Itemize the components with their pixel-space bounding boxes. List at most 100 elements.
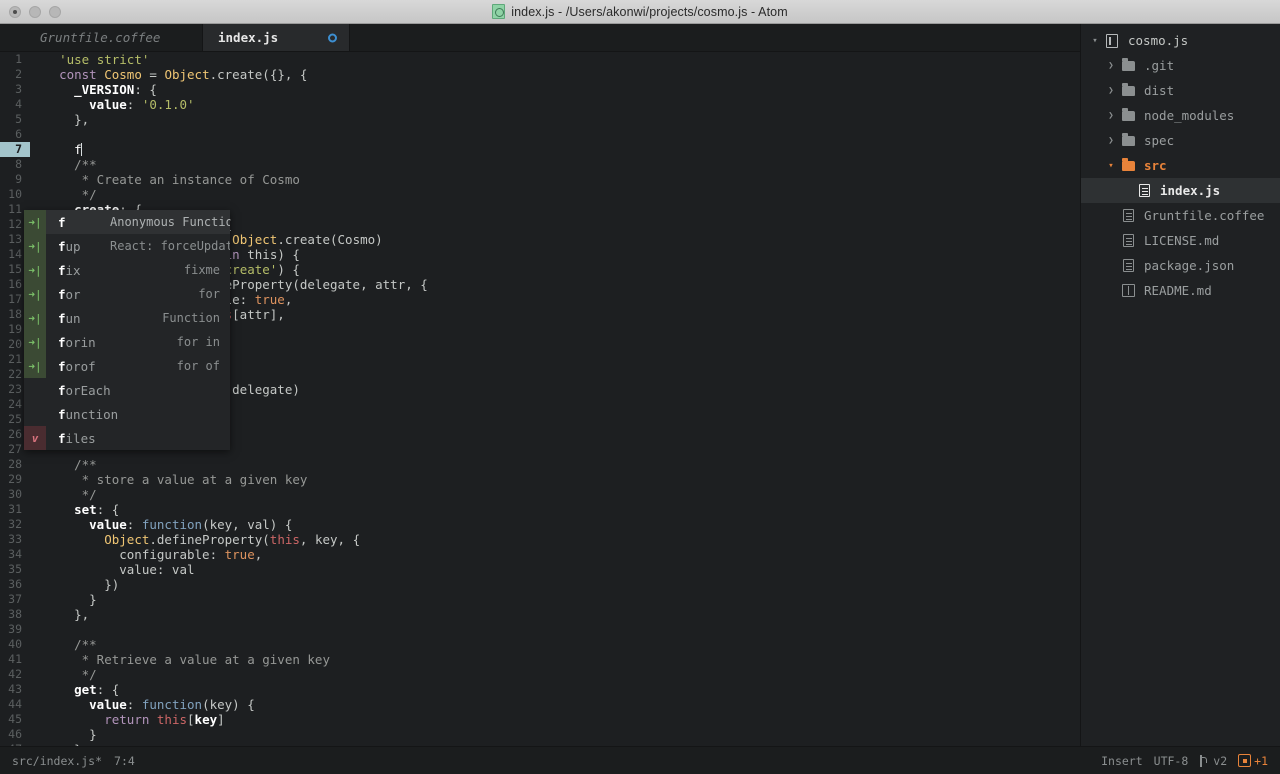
tree-item-cosmo-js[interactable]: ▾ cosmo.js [1081, 28, 1280, 53]
code-text: */ [30, 187, 1080, 202]
code-line[interactable]: 37 } [0, 592, 1080, 607]
tree-item-node-modules[interactable]: ❯ node_modules [1081, 103, 1280, 128]
status-file-path[interactable]: src/index.js* [12, 754, 102, 768]
code-line[interactable]: 44 value: function(key) { [0, 697, 1080, 712]
code-line[interactable]: 1 'use strict' [0, 52, 1080, 67]
code-token: key [194, 712, 218, 727]
file-tree[interactable]: ▾ cosmo.js ❯ .git ❯ dist ❯ node_modules ❯ spec ▾ sr… [1080, 24, 1280, 746]
autocomplete-item-label: fup [46, 239, 110, 254]
chevron-right-icon[interactable]: ❯ [1103, 136, 1119, 146]
autocomplete-item[interactable]: ➜| fix fixme [24, 258, 230, 282]
autocomplete-item[interactable]: ➜|fupReact: forceUpdate… [24, 234, 230, 258]
code-text: 'use strict' [30, 52, 1080, 67]
tab-gruntfile-coffee[interactable]: Gruntfile.coffee [0, 24, 203, 51]
chevron-down-icon[interactable]: ▾ [1103, 161, 1119, 171]
tab-index-js[interactable]: index.js [203, 24, 350, 51]
code-line[interactable]: 2 const Cosmo = Object.create({}, { [0, 67, 1080, 82]
code-line[interactable]: 39 [0, 622, 1080, 637]
code-line[interactable]: 40 /** [0, 637, 1080, 652]
chevron-right-icon[interactable]: ❯ [1103, 61, 1119, 71]
line-number: 33 [8, 532, 22, 546]
tree-item-dist[interactable]: ❯ dist [1081, 78, 1280, 103]
autocomplete-item[interactable]: forEach [24, 378, 230, 402]
autocomplete-item[interactable]: ➜| forin for in [24, 330, 230, 354]
code-token: value [89, 697, 127, 712]
line-number: 42 [8, 667, 22, 681]
code-token: (key, val) { [202, 517, 293, 532]
code-line[interactable]: 10 */ [0, 187, 1080, 202]
code-line[interactable]: 7 f [0, 142, 1080, 157]
code-token: true [254, 292, 285, 307]
code-token: }, [44, 112, 90, 127]
code-line[interactable]: 6 [0, 127, 1080, 142]
code-token: /** [74, 457, 97, 472]
tree-item-package-json[interactable]: package.json [1081, 253, 1280, 278]
book-icon [1119, 284, 1137, 297]
code-token: */ [44, 187, 97, 202]
tree-item--git[interactable]: ❯ .git [1081, 53, 1280, 78]
code-line[interactable]: 29 * store a value at a given key [0, 472, 1080, 487]
code-text: _VERSION: { [30, 82, 1080, 97]
code-line[interactable]: 30 */ [0, 487, 1080, 502]
tree-item-spec[interactable]: ❯ spec [1081, 128, 1280, 153]
code-text: */ [30, 487, 1080, 502]
code-text: value: '0.1.0' [30, 97, 1080, 112]
status-git-branch[interactable]: v2 [1199, 754, 1227, 768]
code-line[interactable]: 8 /** [0, 157, 1080, 172]
autocomplete-item[interactable]: ➜| fun Function [24, 306, 230, 330]
autocomplete-item[interactable]: function [24, 402, 230, 426]
autocomplete-popup[interactable]: ➜| f Anonymous Function ➜| fup React: forceUp… [24, 210, 230, 450]
autocomplete-item-rest: ix [65, 262, 81, 278]
code-line[interactable]: 38 }, [0, 607, 1080, 622]
code-line[interactable]: 32 value: function(key, val) { [0, 517, 1080, 532]
code-line[interactable]: 42 */ [0, 667, 1080, 682]
code-line[interactable]: 46 } [0, 727, 1080, 742]
tree-item-readme-md[interactable]: README.md [1081, 278, 1280, 303]
text-editor[interactable]: 1 'use strict' 2 const Cosmo = Object.cre… [0, 52, 1080, 746]
code-line[interactable]: 5 }, [0, 112, 1080, 127]
tree-item-src[interactable]: ▾ src [1081, 153, 1280, 178]
code-line[interactable]: 31 set: { [0, 502, 1080, 517]
code-line[interactable]: 41 * Retrieve a value at a given key [0, 652, 1080, 667]
tab-modified-indicator-icon[interactable] [328, 33, 337, 42]
chevron-down-icon[interactable]: ▾ [1087, 36, 1103, 46]
text-cursor [80, 143, 82, 156]
code-line[interactable]: 3 _VERSION: { [0, 82, 1080, 97]
code-line[interactable]: 43 get: { [0, 682, 1080, 697]
code-line[interactable]: 33 Object.defineProperty(this, key, { [0, 532, 1080, 547]
status-encoding[interactable]: UTF-8 [1154, 754, 1189, 768]
autocomplete-item[interactable]: ➜| f Anonymous Function [24, 210, 230, 234]
code-text: * store a value at a given key [30, 472, 1080, 487]
code-line[interactable]: 45 return this[key] [0, 712, 1080, 727]
autocomplete-item[interactable]: ➜| forof for of [24, 354, 230, 378]
autocomplete-item-rest: orof [65, 358, 96, 374]
chevron-right-icon[interactable]: ❯ [1103, 86, 1119, 96]
tree-item-gruntfile-coffee[interactable]: Gruntfile.coffee [1081, 203, 1280, 228]
line-number: 34 [8, 547, 22, 561]
code-line[interactable]: 28 /** [0, 457, 1080, 472]
code-line[interactable]: 4 value: '0.1.0' [0, 97, 1080, 112]
line-number: 7 [0, 142, 30, 157]
autocomplete-item-label: forEach [46, 383, 220, 398]
line-number: 31 [8, 502, 22, 516]
autocomplete-item[interactable]: ➜| for for [24, 282, 230, 306]
status-cursor-position[interactable]: 7:4 [114, 754, 135, 768]
autocomplete-item[interactable]: v files [24, 426, 230, 450]
code-text: return this[key] [30, 712, 1080, 727]
tree-item-license-md[interactable]: LICENSE.md [1081, 228, 1280, 253]
line-number: 29 [8, 472, 22, 486]
code-line[interactable]: 9 * Create an instance of Cosmo [0, 172, 1080, 187]
chevron-right-icon[interactable]: ❯ [1103, 111, 1119, 121]
line-number: 46 [8, 727, 22, 741]
code-line[interactable]: 36 }) [0, 577, 1080, 592]
autocomplete-item-rest: up [65, 238, 81, 254]
code-line[interactable]: 35 value: val [0, 562, 1080, 577]
diff-box-icon [1238, 754, 1252, 767]
status-diff-badge[interactable]: +1 [1238, 754, 1268, 768]
tree-item-index-js[interactable]: index.js [1081, 178, 1280, 203]
code-line[interactable]: 34 configurable: true, [0, 547, 1080, 562]
snippet-badge-icon: ➜| [24, 282, 46, 306]
status-insert-mode[interactable]: Insert [1101, 754, 1143, 768]
